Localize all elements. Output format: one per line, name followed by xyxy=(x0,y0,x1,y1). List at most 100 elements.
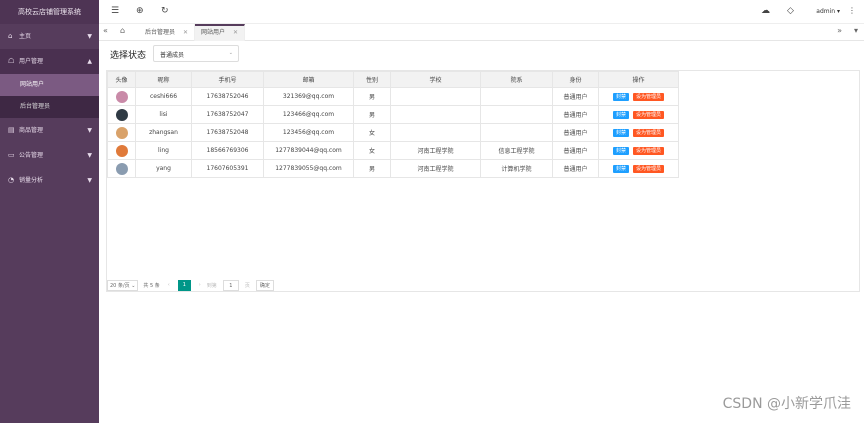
actions: 封禁 设为管理员 xyxy=(598,141,679,160)
cell-role: 普通用户 xyxy=(552,87,599,106)
more-icon[interactable]: ⋮ xyxy=(848,6,856,15)
cell-gender: 男 xyxy=(353,105,391,124)
close-icon[interactable]: ✕ xyxy=(233,29,238,36)
user-table-container: 头像 昵称 手机号 邮箱 性别 学校 院系 身份 操作 ceshi666 1763… xyxy=(106,70,860,292)
cell-phone: 18566769306 xyxy=(191,141,264,160)
block-button[interactable]: 封禁 xyxy=(612,110,629,119)
prev-page-icon[interactable]: ‹ xyxy=(168,282,170,288)
chevron-down-icon: ▼ xyxy=(87,33,92,40)
goto-page-input[interactable]: 1 xyxy=(222,279,239,291)
tag-icon[interactable]: ◇ xyxy=(787,6,794,16)
set-admin-button[interactable]: 设为管理员 xyxy=(633,92,665,101)
table-row: ling 18566769306 1277839044@qq.com 女河南工程学院信… xyxy=(107,141,679,160)
sidebar-item-sales[interactable]: ◔ 销量分析 ▼ xyxy=(0,168,99,193)
block-button[interactable]: 封禁 xyxy=(612,92,629,101)
cell-role: 普通用户 xyxy=(552,105,599,124)
cell-phone: 17638752047 xyxy=(191,105,264,124)
col-header: 性别 xyxy=(353,71,391,88)
block-button[interactable]: 封禁 xyxy=(612,146,629,155)
theme-icon[interactable]: ☁ xyxy=(761,6,770,16)
tab-label: 后台管理员 xyxy=(145,29,176,36)
chevron-up-icon: ▲ xyxy=(87,58,92,65)
page-unit: 页 xyxy=(244,282,250,289)
cell-role: 普通用户 xyxy=(552,123,599,142)
table-row: lisi 17638752047 123466@qq.com 男普通用户 封禁 设为管理员 xyxy=(107,105,679,124)
tab-menu-icon[interactable]: ▾ xyxy=(854,26,858,35)
globe-icon[interactable]: ⊕ xyxy=(136,6,144,16)
total-count: 共 5 条 xyxy=(143,282,160,289)
cell-role: 普通用户 xyxy=(552,159,599,178)
col-header: 院系 xyxy=(480,71,553,88)
home-icon: ⌂ xyxy=(8,32,13,40)
chart-icon: ◔ xyxy=(8,176,15,184)
menu-icon[interactable]: ☰ xyxy=(111,6,119,16)
cell-school xyxy=(390,123,481,142)
table-row: ceshi666 17638752046 321369@qq.com 男普通用户 封禁设… xyxy=(107,87,679,106)
sidebar: 高校云店铺管理系统 ⌂ 主页 ▼ ☖ 用户管理 ▲ 网站用户 后台管理员 ▤ 商… xyxy=(0,0,99,423)
cell-gender: 男 xyxy=(353,87,391,106)
sidebar-item-home[interactable]: ⌂ 主页 ▼ xyxy=(0,24,99,49)
block-button[interactable]: 封禁 xyxy=(612,128,629,137)
goto-confirm-button[interactable]: 确定 xyxy=(255,279,274,291)
goods-icon: ▤ xyxy=(8,126,15,134)
cell-school xyxy=(390,105,481,124)
col-header: 操作 xyxy=(598,71,679,88)
avatar-image xyxy=(115,126,128,139)
user-icon: ☖ xyxy=(8,57,15,65)
sidebar-item-goods[interactable]: ▤ 商品管理 ▼ xyxy=(0,118,99,143)
sidebar-subitem-site-users[interactable]: 网站用户 xyxy=(0,74,99,96)
sidebar-item-users[interactable]: ☖ 用户管理 ▲ xyxy=(0,49,99,74)
sidebar-item-label: 主页 xyxy=(19,33,32,40)
set-admin-button[interactable]: 设为管理员 xyxy=(633,164,665,173)
chevron-down-icon: ▼ xyxy=(87,127,92,134)
home-tab-icon[interactable]: ⌂ xyxy=(120,26,125,35)
user-menu[interactable]: admin ▾ xyxy=(816,8,840,15)
next-page-icon[interactable]: › xyxy=(199,282,201,288)
sidebar-item-notices[interactable]: ▭ 公告管理 ▼ xyxy=(0,143,99,168)
cell-name: zhangsan xyxy=(135,123,192,142)
set-admin-button[interactable]: 设为管理员 xyxy=(633,146,665,155)
actions: 封禁 设为管理员 xyxy=(598,123,679,142)
app-title: 高校云店铺管理系统 xyxy=(0,0,99,24)
tab-scroll-right-icon[interactable]: » xyxy=(837,26,842,35)
page-current[interactable]: 1 xyxy=(177,279,191,291)
table-row: zhangsan 17638752048 123456@qq.com 女普通用户 封禁设… xyxy=(107,123,679,142)
notice-icon: ▭ xyxy=(8,151,15,159)
block-button[interactable]: 封禁 xyxy=(612,164,629,173)
col-header: 头像 xyxy=(107,71,136,88)
refresh-icon[interactable]: ↻ xyxy=(161,6,169,16)
set-admin-button[interactable]: 设为管理员 xyxy=(633,128,665,137)
cell-name: ling xyxy=(135,141,192,160)
cell-dept: 计算机学院 xyxy=(480,159,553,178)
cell-dept: 信息工程学院 xyxy=(480,141,553,160)
cell-gender: 女 xyxy=(353,123,391,142)
close-icon[interactable]: ✕ xyxy=(183,29,188,36)
page-size-value: 20 条/页 xyxy=(110,282,130,289)
tab-admins[interactable]: 后台管理员 ✕ xyxy=(139,24,196,41)
cell-school: 河南工程学院 xyxy=(390,159,481,178)
avatar xyxy=(107,141,136,160)
page-size-select[interactable]: 20 条/页 ⌄ xyxy=(107,279,139,291)
cell-name: ceshi666 xyxy=(135,87,192,106)
cell-school: 河南工程学院 xyxy=(390,141,481,160)
cell-dept xyxy=(480,123,553,142)
avatar xyxy=(107,87,136,106)
sidebar-item-label: 商品管理 xyxy=(19,127,44,134)
sidebar-item-label: 销量分析 xyxy=(19,177,44,184)
set-admin-button[interactable]: 设为管理员 xyxy=(633,110,665,119)
cell-phone: 17607605391 xyxy=(191,159,264,178)
username: admin xyxy=(816,8,836,15)
actions: 封禁 设为管理员 xyxy=(598,159,679,178)
avatar xyxy=(107,159,136,178)
cell-gender: 女 xyxy=(353,141,391,160)
avatar-image xyxy=(115,144,128,157)
cell-name: lisi xyxy=(135,105,192,124)
tab-scroll-left-icon[interactable]: « xyxy=(103,26,108,35)
status-select[interactable]: 普通成员 ⌄ xyxy=(153,45,239,62)
chevron-down-icon: ⌄ xyxy=(228,50,233,56)
tab-site-users[interactable]: 网站用户 ✕ xyxy=(195,24,246,41)
cell-dept xyxy=(480,105,553,124)
tab-bar: « ⌂ 后台管理员 ✕ 网站用户 ✕ » ▾ xyxy=(99,24,864,41)
col-header: 身份 xyxy=(552,71,599,88)
sidebar-subitem-admins[interactable]: 后台管理员 xyxy=(0,96,99,118)
